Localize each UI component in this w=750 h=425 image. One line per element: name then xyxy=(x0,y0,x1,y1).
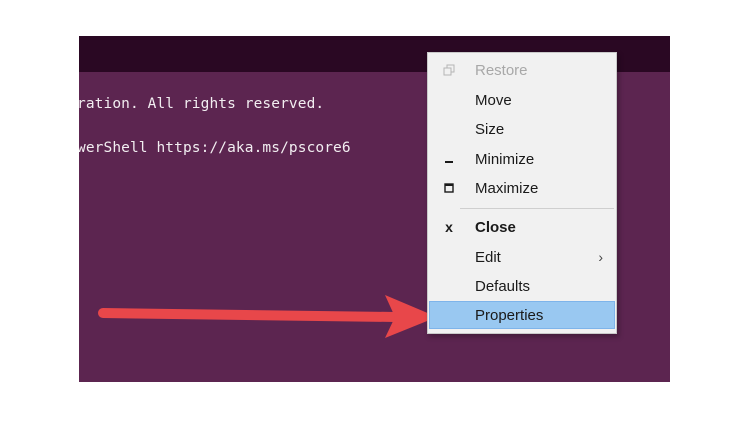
menu-item-label: Close xyxy=(475,218,516,236)
menu-item-properties[interactable]: Properties xyxy=(429,301,615,329)
menu-item-defaults[interactable]: Defaults xyxy=(429,272,615,300)
menu-item-label: Properties xyxy=(475,306,544,324)
terminal-text-powershell-link: werShell https://aka.ms/pscore6 xyxy=(79,140,351,156)
menu-item-close[interactable]: x Close xyxy=(429,213,615,241)
terminal-text-copyright: ration. All rights reserved. xyxy=(79,96,325,112)
menu-item-size[interactable]: Size xyxy=(429,115,615,143)
menu-item-label: Minimize xyxy=(475,150,535,168)
window-system-menu: Restore Move Size Minimize Maximize x Cl… xyxy=(427,52,617,334)
close-icon: x xyxy=(445,219,453,235)
menu-separator xyxy=(460,208,614,209)
restore-icon xyxy=(441,56,457,84)
menu-item-edit[interactable]: Edit › xyxy=(429,243,615,271)
menu-item-label: Maximize xyxy=(475,179,539,197)
menu-item-minimize[interactable]: Minimize xyxy=(429,145,615,173)
chevron-right-icon: › xyxy=(598,249,603,265)
menu-item-restore[interactable]: Restore xyxy=(429,56,615,84)
maximize-icon xyxy=(441,174,457,202)
menu-item-label: Restore xyxy=(475,61,528,79)
menu-item-maximize[interactable]: Maximize xyxy=(429,174,615,202)
menu-item-label: Move xyxy=(475,91,512,109)
red-arrow-icon xyxy=(98,295,437,338)
menu-item-label: Size xyxy=(475,120,505,138)
menu-item-move[interactable]: Move xyxy=(429,86,615,114)
menu-item-label: Edit xyxy=(475,248,501,266)
menu-item-label: Defaults xyxy=(475,277,531,295)
minimize-icon xyxy=(441,145,457,173)
